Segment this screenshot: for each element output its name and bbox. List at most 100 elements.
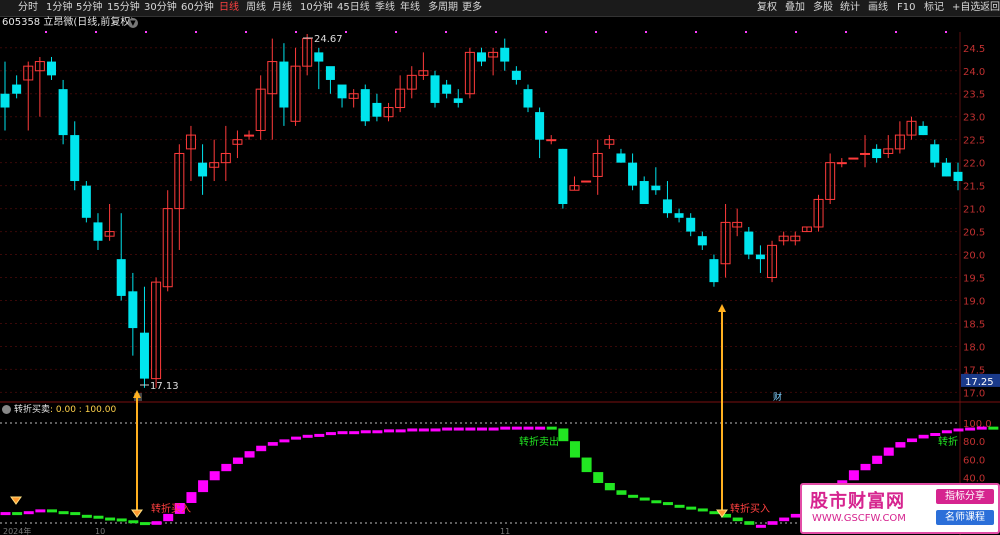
candle-body-down: [639, 181, 649, 205]
candle-body-down: [325, 66, 335, 80]
top-marker-dot: [345, 31, 347, 33]
candle-body-down: [651, 185, 661, 191]
indicator-bar: [151, 521, 162, 525]
indicator-bar: [732, 517, 743, 522]
indicator-bar: [558, 428, 569, 442]
candle-body-up: [848, 157, 859, 160]
indicator-bar: [523, 426, 534, 430]
indicator-bar: [35, 509, 46, 513]
indicator-bar: [279, 439, 290, 443]
signal-label-end: 转折: [938, 435, 958, 448]
candle-body-down: [453, 98, 463, 103]
candle-body-down: [139, 332, 149, 379]
top-marker-dot: [95, 31, 97, 33]
indicator-bar: [941, 430, 952, 434]
indicator-bar: [70, 512, 81, 516]
top-marker-dot: [595, 31, 597, 33]
candle-body-down: [116, 259, 126, 296]
date-axis-label: 2024年: [3, 526, 31, 535]
candle-body-down: [628, 162, 638, 186]
candle-body-down: [81, 185, 91, 218]
candle-body-down: [872, 148, 882, 159]
indicator-bar: [651, 500, 662, 504]
indicator-bar: [267, 442, 278, 446]
indicator-bar: [604, 483, 615, 491]
indicator-bar: [976, 426, 987, 430]
current-price-label: 17.25: [965, 377, 994, 388]
signal-diamond-icon: [131, 509, 143, 518]
indicator-bar: [546, 426, 557, 430]
indicator-bar: [744, 521, 755, 525]
buy-signal-arrow-2-head: [718, 304, 726, 312]
top-marker-dot: [795, 31, 797, 33]
indicator-bar: [291, 436, 302, 440]
candle-body-up: [546, 139, 557, 142]
candle-body-down: [70, 135, 80, 182]
top-marker-dot: [395, 31, 397, 33]
candle-body-down: [744, 231, 754, 255]
indicator-settings-icon[interactable]: [2, 405, 11, 414]
date-axis-label: 10: [95, 527, 105, 535]
indicator-bar: [755, 524, 766, 528]
indicator-bar: [674, 504, 685, 508]
indicator-bar: [46, 509, 57, 513]
indicator-bar: [325, 432, 336, 436]
indicator-bar: [23, 511, 34, 515]
candle-body-down: [372, 102, 382, 117]
price-tick-label: 18.0: [963, 342, 985, 353]
indicator-bar: [186, 492, 197, 503]
top-marker-dot: [545, 31, 547, 33]
indicator-bar: [116, 518, 127, 522]
watermark-tag-indicator-share: 指标分享: [936, 489, 994, 504]
candle-body-down: [709, 259, 719, 283]
candle-body-down: [674, 213, 684, 218]
candlestick-chart[interactable]: 24.5 24.0 23.5 23.0 22.5 22.0 21.5 21.0 20.5 20.0…: [0, 0, 1000, 535]
candle-body-down: [198, 162, 208, 177]
indicator-bar: [860, 463, 871, 471]
candle-body-down: [953, 171, 963, 182]
indicator-bar: [883, 447, 894, 456]
indicator-bar: [232, 457, 243, 464]
indicator-bar: [581, 457, 592, 473]
top-marker-dot: [195, 31, 197, 33]
indicator-bar: [639, 497, 650, 501]
indicator-bar: [918, 434, 929, 439]
indicator-bar: [302, 434, 313, 438]
indicator-bar: [535, 426, 546, 430]
top-marker-dot: [745, 31, 747, 33]
price-tick-label: 17.0: [963, 388, 985, 399]
watermark-url: WWW.GSCFW.COM: [812, 513, 906, 524]
price-tick-label: 22.0: [963, 159, 985, 170]
indicator-bar: [395, 429, 406, 433]
candle-body-down: [12, 84, 22, 94]
indicator-bar: [360, 430, 371, 434]
indicator-bar: [569, 441, 580, 458]
candle-body-down: [930, 144, 940, 163]
indicator-values: : 0.00 : 100.00: [50, 405, 117, 415]
top-marker-dot: [695, 31, 697, 33]
indicator-bar: [965, 427, 976, 431]
candle-body-down: [918, 125, 928, 136]
price-tick-label: 19.5: [963, 274, 985, 285]
candle-body-up: [860, 152, 871, 155]
top-marker-dot: [945, 31, 947, 33]
indicator-bar: [767, 521, 778, 525]
signal-label-buy-2: 转折买入: [730, 502, 770, 515]
top-marker-dot: [245, 31, 247, 33]
indicator-title: 转折买卖: 0.00 : 100.00: [0, 404, 116, 416]
signal-label-sell: 转折卖出: [519, 435, 559, 448]
indicator-bar: [128, 520, 139, 524]
price-tick-label: 23.0: [963, 113, 985, 124]
price-tick-label: 24.5: [963, 44, 985, 55]
price-tick-label: 18.5: [963, 319, 985, 330]
candle-body-down: [523, 89, 533, 108]
cai-marker: 财: [773, 391, 782, 403]
indicator-bar: [163, 513, 174, 522]
candle-body-down: [360, 89, 370, 122]
price-tick-label: 22.5: [963, 136, 985, 147]
candle-body-down: [58, 89, 68, 136]
signal-label-buy-1: 转折买入: [151, 502, 191, 515]
candle-body-down: [755, 254, 765, 260]
price-tick-label: 21.5: [963, 182, 985, 193]
indicator-bar: [848, 470, 859, 481]
